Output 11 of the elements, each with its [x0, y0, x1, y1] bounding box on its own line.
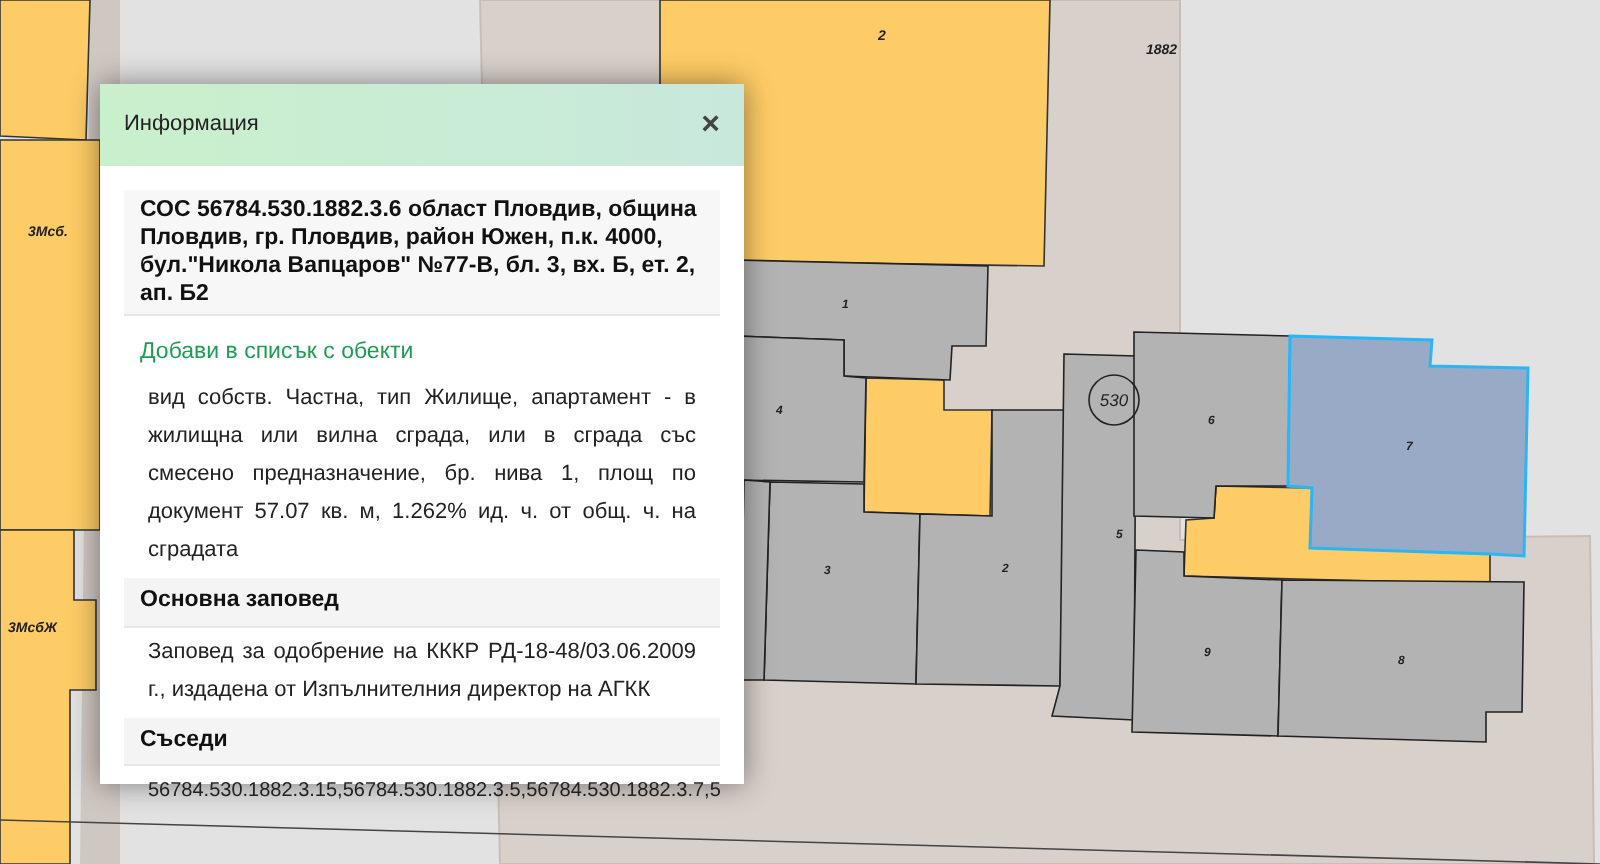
block-number-circle — [1088, 374, 1140, 426]
section-text: Заповед за одобрение на КККР РД-18-48/03.06.2009 г., издадена от Изпълнителния директор на АГКК — [146, 637, 698, 705]
section-heading: Съседи — [124, 717, 720, 766]
object-heading: СОС 56784.530.1882.3.6 област Пловдив, община Пловдив, гр. Пловдив, район Южен, п.к. 4000, бул."Никола Вапцаров" №77-В, бл. 3, вх. Б, ет. 2, ап. Б2 — [124, 190, 720, 316]
description-text: вид собств. Частна, тип Жилище, апартамент - в жилищна или вилна сграда, или в сграда със смесено предназначение, бр. нива 1, площ по документ 57.07 кв. м, 1.262% ид. ч. от общ. ч. на сградата — [146, 384, 698, 567]
block-number: 530 — [1099, 390, 1129, 410]
section-heading: Основна заповед — [124, 578, 720, 627]
section-text: 56784.530.1882.3.15,56784.530.1882.3.5,56784.530.1882.3.7,5 — [146, 777, 720, 806]
selected-parcel[interactable] — [1286, 334, 1530, 558]
dialog-title: Информация — [124, 110, 259, 141]
close-button[interactable]: × — [693, 109, 728, 141]
